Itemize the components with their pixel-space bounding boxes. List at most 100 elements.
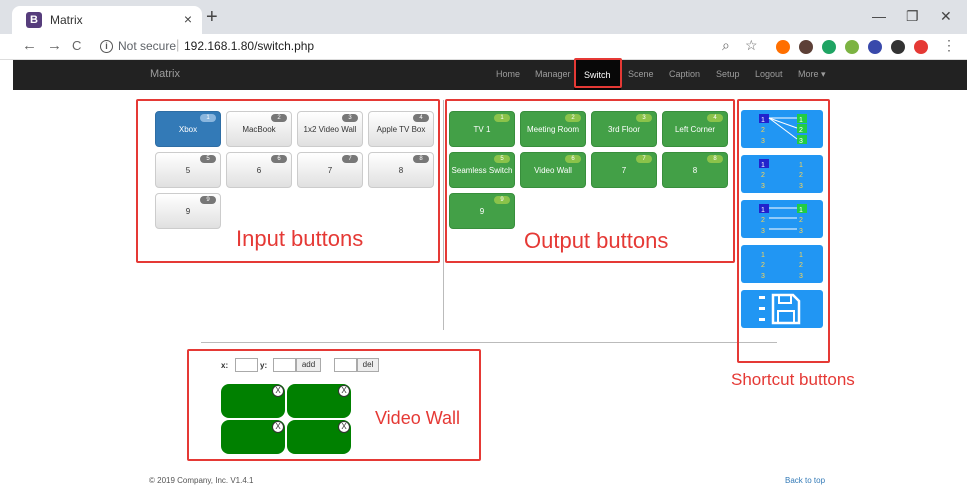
not-secure-label[interactable]: Not secure — [118, 39, 176, 53]
shortcut-clear-button[interactable]: 1 2 3 1 2 3 — [741, 245, 823, 283]
input-button-3[interactable]: 3 1x2 Video Wall — [297, 111, 363, 147]
remove-tile-icon[interactable]: X — [338, 385, 350, 397]
video-wall-tile[interactable]: X — [221, 420, 285, 454]
video-wall-tile[interactable]: X — [287, 384, 351, 418]
remove-tile-icon[interactable]: X — [272, 421, 284, 433]
shortcut-number: 1 — [761, 207, 765, 214]
video-wall-tile[interactable]: X — [221, 384, 285, 418]
del-input[interactable] — [334, 358, 357, 372]
input-button-8[interactable]: 88 — [368, 152, 434, 188]
number-badge: 1 — [200, 114, 216, 122]
output-button-8[interactable]: 88 — [662, 152, 728, 188]
back-icon[interactable]: ← — [22, 37, 37, 54]
shortcut-number: 2 — [761, 262, 765, 269]
shortcut-number: 1 — [799, 207, 803, 214]
output-button-7[interactable]: 77 — [591, 152, 657, 188]
bookmark-star-icon[interactable]: ☆ — [745, 37, 758, 54]
shortcut-save-button[interactable] — [741, 290, 823, 328]
restore-icon[interactable]: ❐ — [906, 8, 919, 25]
number-badge: 5 — [494, 155, 510, 163]
horizontal-divider — [201, 342, 777, 343]
shortcut-one-to-all-button[interactable]: 1 2 3 1 2 3 — [741, 110, 823, 148]
output-button-3[interactable]: 3 3rd Floor — [591, 111, 657, 147]
extension-icon[interactable] — [799, 40, 813, 54]
tab-title: Matrix — [50, 13, 83, 27]
output-button-1[interactable]: 1 TV 1 — [449, 111, 515, 147]
shortcut-number: 3 — [799, 228, 803, 235]
nav-caption[interactable]: Caption — [669, 69, 700, 79]
number-badge: 2 — [271, 114, 287, 122]
info-icon[interactable]: i — [100, 40, 113, 53]
shortcut-number: 2 — [761, 217, 765, 224]
nav-scene[interactable]: Scene — [628, 69, 654, 79]
new-tab-icon[interactable]: + — [206, 7, 218, 27]
clear-mapping-icon: 1 2 3 1 2 3 — [761, 252, 803, 280]
shortcut-number: 2 — [761, 172, 765, 179]
shortcut-number: 3 — [799, 138, 803, 145]
number-badge: 5 — [200, 155, 216, 163]
reload-icon[interactable]: C — [72, 38, 81, 53]
remove-tile-icon[interactable]: X — [338, 421, 350, 433]
forward-icon[interactable]: → — [47, 37, 62, 54]
url-text[interactable]: 192.168.1.80/switch.php — [184, 39, 314, 53]
browser-tab[interactable]: B Matrix × — [12, 6, 202, 34]
tab-close-icon[interactable]: × — [184, 11, 192, 27]
x-input[interactable] — [235, 358, 258, 372]
shortcut-number: 2 — [799, 127, 803, 134]
nav-setup[interactable]: Setup — [716, 69, 740, 79]
extension-icon[interactable] — [845, 40, 859, 54]
video-wall-tile[interactable]: X — [287, 420, 351, 454]
add-button[interactable]: add — [296, 358, 321, 372]
shortcut-number: 2 — [799, 217, 803, 224]
input-buttons-annotation: Input buttons — [236, 226, 364, 251]
minimize-icon[interactable]: — — [872, 8, 886, 24]
number-badge: 9 — [200, 196, 216, 204]
button-label: 9 — [185, 207, 191, 216]
nav-more[interactable]: More ▾ — [798, 69, 826, 80]
close-window-icon[interactable]: ✕ — [940, 8, 952, 25]
zoom-icon[interactable]: ⌕ — [722, 37, 730, 54]
input-button-2[interactable]: 2 MacBook — [226, 111, 292, 147]
shortcut-disconnect-all-button[interactable]: 1 2 3 1 2 3 — [741, 155, 823, 193]
output-button-6[interactable]: 6 Video Wall — [520, 152, 586, 188]
output-button-4[interactable]: 4 Left Corner — [662, 111, 728, 147]
shortcut-one-to-one-button[interactable]: 1 2 3 1 2 3 — [741, 200, 823, 238]
input-button-6[interactable]: 66 — [226, 152, 292, 188]
browser-menu-icon[interactable]: ⋮ — [942, 37, 956, 54]
one-to-all-icon: 1 2 3 1 2 3 — [759, 114, 807, 145]
extension-icon[interactable] — [822, 40, 836, 54]
input-button-4[interactable]: 4 Apple TV Box — [368, 111, 434, 147]
button-label: Apple TV Box — [376, 125, 426, 134]
input-button-5[interactable]: 55 — [155, 152, 221, 188]
extension-icon[interactable] — [914, 40, 928, 54]
number-badge: 4 — [413, 114, 429, 122]
extension-icon[interactable] — [891, 40, 905, 54]
shortcut-number: 1 — [761, 117, 765, 124]
browser-tab-strip: B Matrix × + — ❐ ✕ — [0, 0, 967, 34]
extension-icon[interactable] — [776, 40, 790, 54]
output-button-5[interactable]: 5 Seamless Switch — [449, 152, 515, 188]
y-input[interactable] — [273, 358, 296, 372]
button-label: TV 1 — [473, 125, 491, 134]
shortcut-number: 1 — [761, 252, 765, 259]
del-button[interactable]: del — [357, 358, 379, 372]
input-button-7[interactable]: 77 — [297, 152, 363, 188]
url-separator: | — [176, 37, 180, 52]
shortcut-number: 2 — [799, 262, 803, 269]
extension-icon[interactable] — [868, 40, 882, 54]
output-button-2[interactable]: 2 Meeting Room — [520, 111, 586, 147]
remove-tile-icon[interactable]: X — [272, 385, 284, 397]
brand[interactable]: Matrix — [150, 68, 180, 80]
back-to-top-link[interactable]: Back to top — [785, 476, 825, 485]
input-button-9[interactable]: 99 — [155, 193, 221, 229]
number-badge: 3 — [636, 114, 652, 122]
switch-highlight-box — [574, 58, 622, 88]
shortcut-number: 1 — [761, 162, 765, 169]
nav-logout[interactable]: Logout — [755, 69, 783, 79]
input-button-1[interactable]: 1 Xbox — [155, 111, 221, 147]
nav-home[interactable]: Home — [496, 69, 520, 79]
output-button-9[interactable]: 99 — [449, 193, 515, 229]
copyright: © 2019 Company, Inc. V1.4.1 — [149, 476, 254, 485]
nav-manager[interactable]: Manager — [535, 69, 571, 79]
button-label: 8 — [692, 166, 698, 175]
